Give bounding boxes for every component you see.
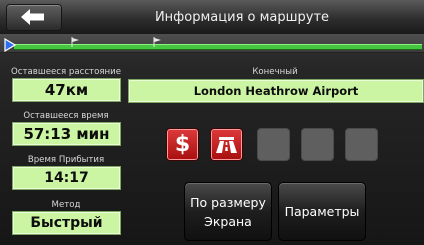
remaining-distance-label: Оставшееся расстояние — [11, 67, 121, 77]
method-value[interactable]: Быстрый — [12, 211, 121, 235]
route-progress-strip — [0, 34, 424, 53]
remaining-time-value: 57:13 мин — [12, 122, 121, 146]
waypoint-flag-icon — [71, 37, 79, 47]
route-info-screen: Информация о маршруте Оставшееся расстоя… — [0, 0, 424, 245]
destination-value: London Heathrow Airport — [128, 79, 424, 103]
remaining-time-label: Оставшееся время — [23, 111, 109, 121]
method-label: Метод — [51, 200, 81, 210]
parameters-label: Параметры — [284, 204, 360, 219]
arrival-time-label: Время Прибытия — [27, 155, 105, 165]
dollar-icon: $ — [174, 132, 191, 157]
fit-to-screen-label: По размеру Экрана — [190, 194, 266, 229]
destination-label: Конечный — [252, 67, 298, 77]
toll-road-toggle[interactable]: $ — [166, 128, 199, 161]
highway-icon — [216, 137, 237, 153]
page-title: Информация о маршруте — [154, 10, 330, 25]
parameters-button[interactable]: Параметры — [278, 182, 366, 241]
route-type-slot — [345, 128, 378, 161]
arrival-time-value: 14:17 — [12, 166, 121, 190]
fit-to-screen-button[interactable]: По размеру Экрана — [184, 182, 272, 241]
title-bar: Информация о маршруте — [0, 0, 424, 35]
current-position-icon — [4, 38, 16, 52]
highway-toggle[interactable] — [210, 128, 243, 161]
back-button[interactable] — [6, 4, 62, 31]
remaining-distance-value: 47км — [12, 78, 121, 102]
route-type-slot — [257, 128, 290, 161]
route-type-slot — [301, 128, 334, 161]
back-arrow-icon — [21, 9, 44, 25]
waypoint-flag-icon — [153, 37, 161, 47]
